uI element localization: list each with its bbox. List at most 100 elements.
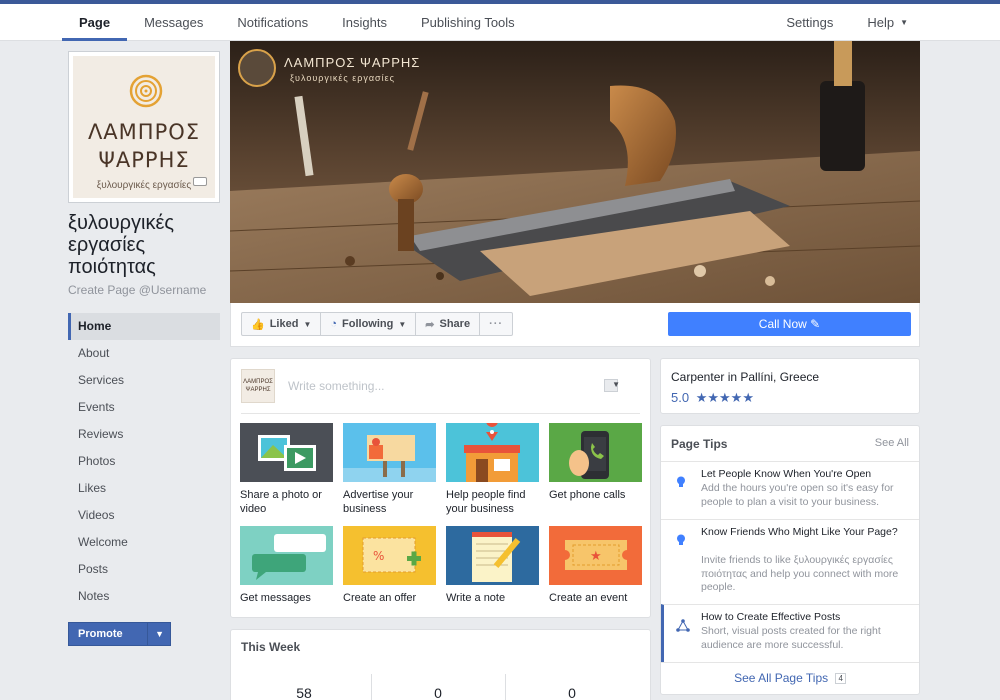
star-rating-icon: ★★★★★	[695, 390, 754, 405]
cover-title: ΛΑΜΠΡΟΣ ΨΑΡΡΗΣ	[284, 55, 421, 70]
page-rating[interactable]: 5.0 ★★★★★	[671, 390, 754, 406]
camera-icon[interactable]	[193, 177, 207, 186]
following-button[interactable]: ◔ Following ▼	[321, 313, 417, 335]
pencil-icon[interactable]: ✎	[810, 317, 820, 331]
sidebar-item-likes[interactable]: Likes	[68, 475, 220, 502]
help-label: Help	[867, 15, 895, 30]
notepad-icon	[446, 526, 539, 585]
tile-label: Advertise your business	[343, 489, 414, 515]
help-menu[interactable]: Help ▼	[850, 4, 925, 41]
wood-ring-icon	[129, 74, 163, 108]
sidebar-item-videos[interactable]: Videos	[68, 502, 220, 529]
tile-messages[interactable]: Get messages	[240, 526, 333, 605]
sidebar-nav: Home About Services Events Reviews Photo…	[68, 313, 220, 610]
tip-description: Short, visual posts created for the righ…	[701, 625, 881, 651]
profile-logo-line2: ΨΑΡΡΗΣ	[98, 148, 190, 172]
this-week-stat[interactable]: 58	[237, 685, 371, 700]
sidebar-item-reviews[interactable]: Reviews	[68, 421, 220, 448]
sidebar-item-notes[interactable]: Notes	[68, 583, 220, 610]
network-icon	[676, 619, 690, 632]
tile-share-photo[interactable]: Share a photo or video	[240, 423, 333, 516]
rss-icon: ◔	[330, 318, 338, 330]
tip-title: Know Friends Who Might Like Your Page?	[701, 526, 898, 538]
tile-label: Get messages	[240, 592, 311, 604]
message-bubbles-icon	[240, 526, 333, 585]
ticket-icon: ★	[549, 526, 642, 585]
composer-avatar-line1: ΛΑΜΠΡΟΣ	[243, 379, 273, 385]
cover-logo	[238, 49, 276, 87]
lightbulb-icon	[677, 476, 685, 487]
page-category[interactable]: Carpenter in Pallíni, Greece	[671, 370, 819, 384]
this-week-card: This Week 58 0 0	[230, 629, 651, 700]
call-now-button[interactable]: Call Now ✎	[668, 312, 911, 336]
tips-count-badge: 4	[835, 673, 846, 684]
sidebar-item-about[interactable]: About	[68, 340, 220, 367]
tip-item[interactable]: Let People Know When You're Open Add the…	[661, 461, 919, 519]
caret-down-icon[interactable]: ▼	[612, 380, 620, 389]
tip-description: Invite friends to like ξυλουργικές εργασ…	[701, 554, 899, 593]
tip-description: Add the hours you're open so it's easy f…	[701, 482, 894, 508]
sidebar-item-photos[interactable]: Photos	[68, 448, 220, 475]
create-username-link[interactable]: Create Page @Username	[68, 283, 206, 297]
tab-notifications[interactable]: Notifications	[220, 4, 325, 41]
storefront-icon	[446, 423, 539, 482]
share-button[interactable]: ➦ Share	[416, 313, 481, 335]
phone-icon	[549, 423, 642, 482]
sidebar-item-home[interactable]: Home	[68, 313, 220, 340]
page-tips-card: Page Tips See All Let People Know When Y…	[660, 425, 920, 695]
sidebar-item-services[interactable]: Services	[68, 367, 220, 394]
promote-label: Promote	[78, 628, 123, 640]
page-nav-right: Settings Help ▼	[769, 4, 925, 41]
tile-find-business[interactable]: Help people find your business	[446, 423, 539, 516]
this-week-stat[interactable]: 0	[371, 685, 505, 700]
profile-logo: ΛΑΜΠΡΟΣ ΨΑΡΡΗΣ ξυλουργικές εργασίες	[73, 56, 215, 198]
composer-divider	[241, 413, 640, 414]
caret-down-icon: ▼	[303, 319, 312, 329]
see-all-tips-label: See All Page Tips	[734, 671, 829, 685]
tile-advertise[interactable]: Advertise your business	[343, 423, 436, 516]
liked-button[interactable]: 👍 Liked ▼	[242, 313, 322, 335]
profile-picture[interactable]: ΛΑΜΠΡΟΣ ΨΑΡΡΗΣ ξυλουργικές εργασίες	[68, 51, 220, 203]
photo-video-icon	[240, 423, 333, 482]
tip-item[interactable]: Know Friends Who Might Like Your Page? I…	[661, 519, 919, 604]
sidebar-item-welcome[interactable]: Welcome	[68, 529, 220, 556]
profile-logo-line1: ΛΑΜΠΡΟΣ	[87, 120, 201, 144]
see-all-page-tips-link[interactable]: See All Page Tips 4	[661, 662, 919, 694]
caret-down-icon[interactable]: ▼	[155, 623, 164, 645]
promote-divider	[147, 623, 148, 645]
tab-insights[interactable]: Insights	[325, 4, 404, 41]
page-actions: 👍 Liked ▼ ◔ Following ▼ ➦ Share ···	[241, 312, 514, 336]
tab-page[interactable]: Page	[62, 4, 128, 41]
tile-label: Create an offer	[343, 592, 417, 604]
tile-phone-calls[interactable]: Get phone calls	[549, 423, 642, 502]
more-options-button[interactable]: ···	[480, 313, 512, 335]
cover-subtitle: ξυλουργικές εργασίες	[290, 73, 395, 83]
page-tips-title: Page Tips	[671, 437, 728, 451]
share-label: Share	[439, 318, 471, 330]
tip-title: Let People Know When You're Open	[701, 468, 872, 480]
composer-avatar-line2: ΨΑΡΡΗΣ	[245, 387, 271, 393]
tile-create-event[interactable]: ★ Create an event	[549, 526, 642, 605]
settings-link[interactable]: Settings	[769, 4, 850, 41]
call-now-label: Call Now	[758, 317, 807, 331]
promote-button[interactable]: Promote ▼	[68, 622, 171, 646]
tab-messages[interactable]: Messages	[127, 4, 220, 41]
tile-label: Write a note	[446, 592, 506, 604]
tile-label: Create an event	[549, 592, 628, 604]
cover-photo[interactable]: ΛΑΜΠΡΟΣ ΨΑΡΡΗΣ ξυλουργικές εργασίες	[230, 41, 920, 303]
page-nav-tabs: Page Messages Notifications Insights Pub…	[62, 4, 532, 41]
liked-label: Liked	[269, 318, 299, 330]
see-all-link[interactable]: See All	[875, 437, 909, 449]
profile-logo-name: ΛΑΜΠΡΟΣ ΨΑΡΡΗΣ	[73, 118, 215, 174]
tile-label: Get phone calls	[549, 489, 626, 501]
tip-item[interactable]: How to Create Effective Posts Short, vis…	[661, 604, 919, 662]
sidebar-item-events[interactable]: Events	[68, 394, 220, 421]
tip-title: How to Create Effective Posts	[701, 611, 841, 623]
tile-write-note[interactable]: Write a note	[446, 526, 539, 605]
composer-input[interactable]: Write something...	[288, 379, 384, 393]
page-action-bar: 👍 Liked ▼ ◔ Following ▼ ➦ Share ··· Call…	[230, 303, 920, 347]
sidebar-item-posts[interactable]: Posts	[68, 556, 220, 583]
tile-create-offer[interactable]: % Create an offer	[343, 526, 436, 605]
this-week-stat[interactable]: 0	[505, 685, 639, 700]
tab-publishing-tools[interactable]: Publishing Tools	[404, 4, 532, 41]
